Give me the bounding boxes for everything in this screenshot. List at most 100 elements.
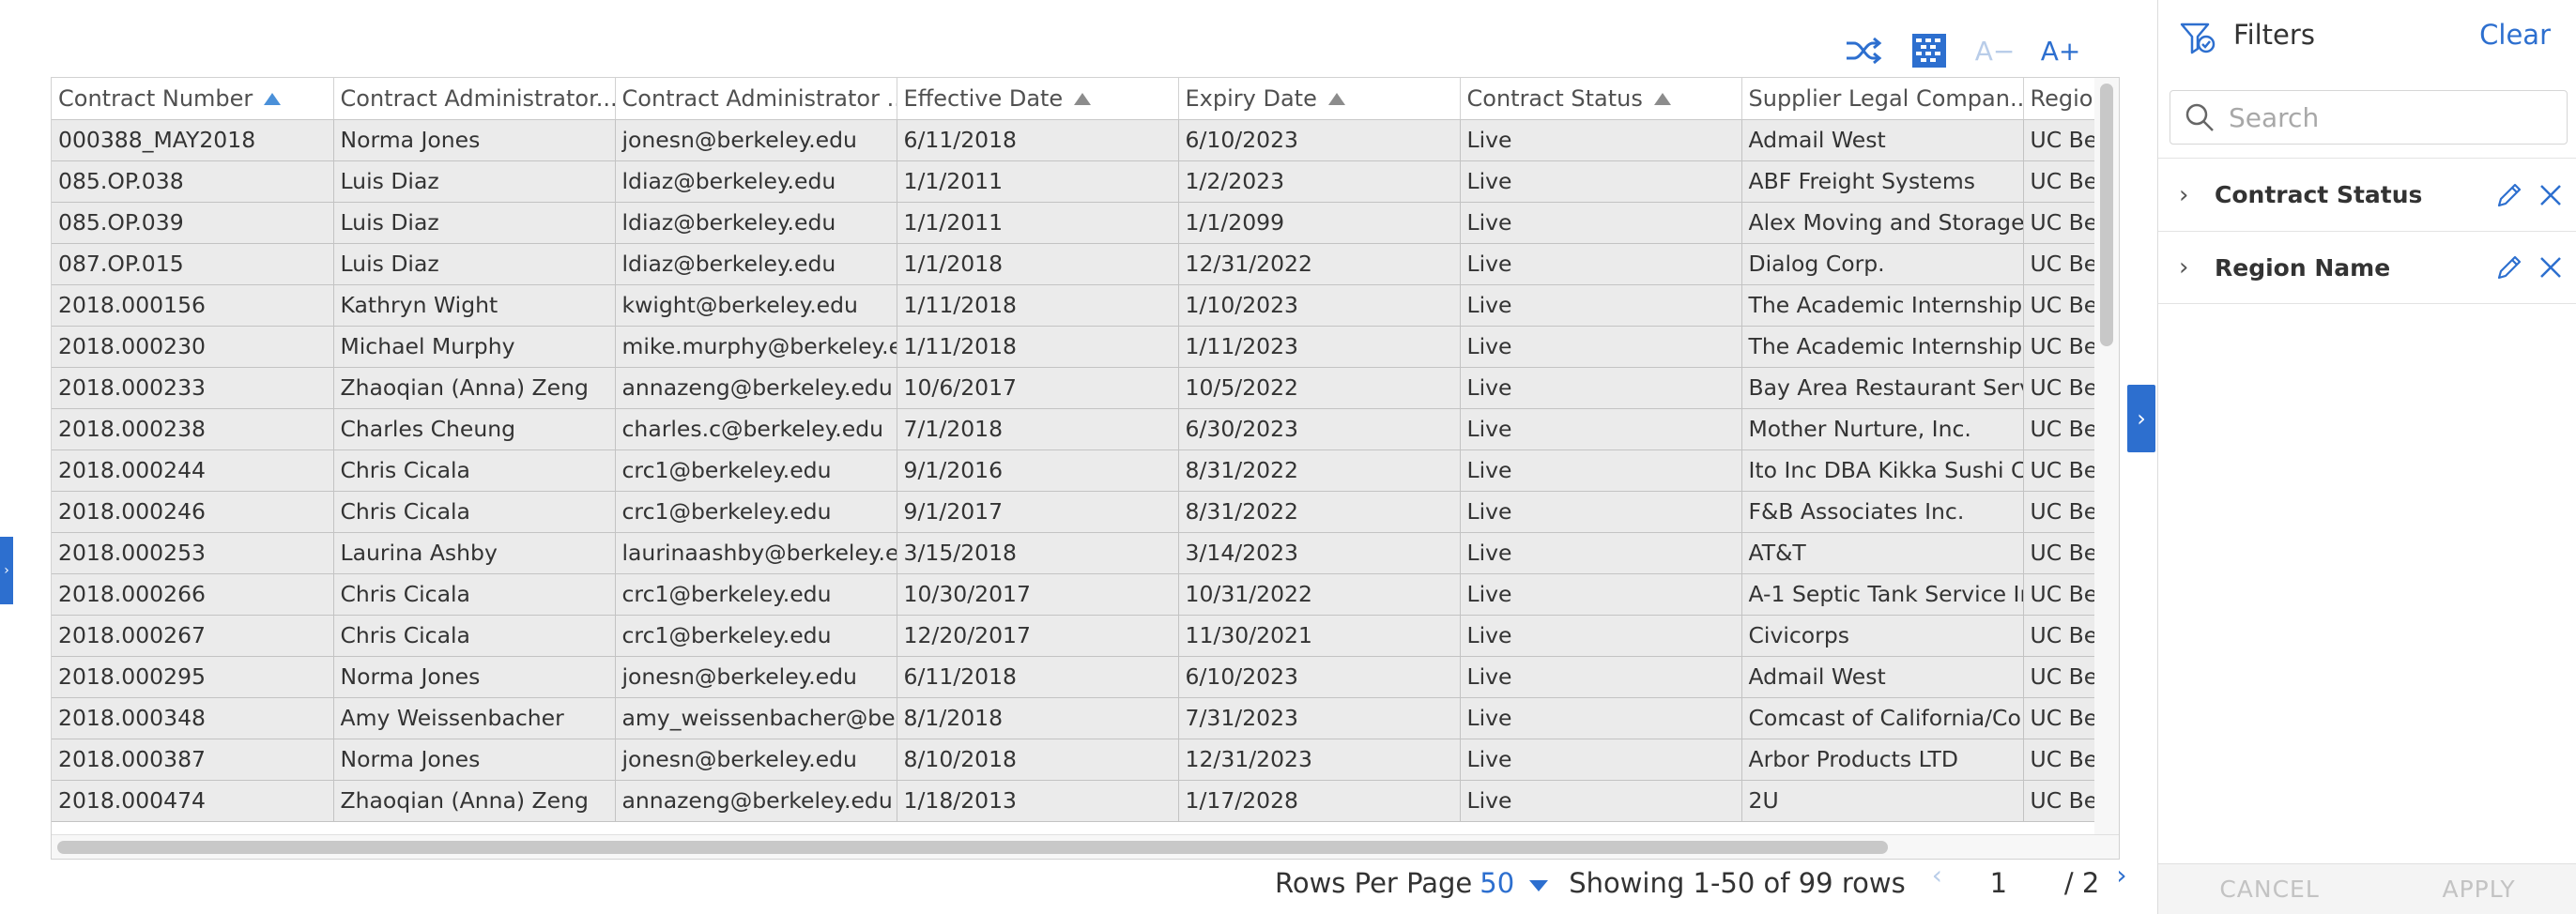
search-icon bbox=[2178, 96, 2221, 139]
table-cell: 10/5/2022 bbox=[1178, 367, 1461, 409]
page-number-input[interactable]: 1 bbox=[1970, 867, 2027, 899]
left-panel-toggle[interactable]: › bbox=[0, 537, 13, 604]
chevron-right-icon: › bbox=[4, 563, 9, 578]
vertical-scroll-thumb[interactable] bbox=[2100, 84, 2113, 346]
font-increase-button[interactable]: A+ bbox=[2028, 26, 2093, 75]
table-row[interactable]: 2018.000230 Michael Murphy mike.murphy@ber… bbox=[52, 326, 2095, 368]
filters-footer: CANCEL APPLY bbox=[2158, 863, 2576, 914]
column-header-label: Effective Date bbox=[903, 84, 1064, 112]
shuffle-button[interactable] bbox=[1831, 26, 1896, 75]
table-cell: Luis Diaz bbox=[333, 160, 616, 203]
table-cell: 1/1/2011 bbox=[897, 160, 1179, 203]
apply-button[interactable]: APPLY bbox=[2443, 876, 2516, 903]
table-cell: amy_weissenbacher@berkeley.edu bbox=[615, 697, 897, 739]
column-header[interactable]: Contract Administrator ... bbox=[615, 78, 897, 120]
table-cell: F&B Associates Inc. bbox=[1741, 491, 2024, 533]
column-header[interactable]: Contract Number bbox=[52, 78, 334, 120]
close-icon[interactable] bbox=[2530, 247, 2571, 288]
cancel-button[interactable]: CANCEL bbox=[2219, 876, 2319, 903]
table-cell: Live bbox=[1460, 449, 1742, 492]
column-header[interactable]: Contract Status bbox=[1460, 78, 1742, 120]
clear-filters-link[interactable]: Clear bbox=[2479, 19, 2551, 51]
table-row[interactable]: 2018.000253 Laurina Ashby laurinaashby@ber… bbox=[52, 532, 2095, 574]
column-header-label: Region bbox=[2030, 84, 2096, 112]
table-cell: 085.OP.039 bbox=[52, 202, 334, 244]
table-row[interactable]: 2018.000266 Chris Cicala crc1@berkeley.edu… bbox=[52, 573, 2095, 616]
table-cell: UC Berkeley bbox=[2023, 780, 2095, 822]
table-cell: Live bbox=[1460, 697, 1742, 739]
grid-density-button[interactable] bbox=[1896, 26, 1962, 75]
column-header[interactable]: Expiry Date bbox=[1178, 78, 1461, 120]
table-row[interactable]: 2018.000267 Chris Cicala crc1@berkeley.edu… bbox=[52, 615, 2095, 657]
close-icon[interactable] bbox=[2530, 175, 2571, 216]
column-header[interactable]: Supplier Legal Compan... bbox=[1741, 78, 2024, 120]
column-header-label: Supplier Legal Compan... bbox=[1748, 84, 2023, 112]
table-cell: UC Berkeley bbox=[2023, 119, 2095, 161]
sort-ascending-icon[interactable] bbox=[1653, 93, 1671, 106]
column-header-label: Contract Administrator... bbox=[340, 84, 615, 112]
table-cell: 2018.000230 bbox=[52, 326, 334, 368]
table-cell: 2018.000244 bbox=[52, 449, 334, 492]
total-pages: / 2 bbox=[2063, 867, 2100, 899]
table-row[interactable]: 085.OP.039 Luis Diaz ldiaz@berkeley.edu 1/1… bbox=[52, 202, 2095, 244]
sort-ascending-icon[interactable] bbox=[264, 93, 282, 106]
column-header[interactable]: Contract Administrator... bbox=[333, 78, 616, 120]
table-cell: 9/1/2017 bbox=[897, 491, 1179, 533]
table-cell: Live bbox=[1460, 284, 1742, 327]
table-row[interactable]: 2018.000233 Zhaoqian (Anna) Zeng annazeng@… bbox=[52, 367, 2095, 409]
table-cell: UC Berkeley bbox=[2023, 697, 2095, 739]
pencil-icon[interactable] bbox=[2489, 175, 2530, 216]
filter-search-box[interactable] bbox=[2170, 90, 2568, 145]
rows-per-page-label: Rows Per Page bbox=[1275, 867, 1473, 899]
chevron-down-icon[interactable] bbox=[1529, 880, 1549, 891]
table-row[interactable]: 2018.000244 Chris Cicala crc1@berkeley.edu… bbox=[52, 449, 2095, 492]
next-page-button[interactable]: › bbox=[2116, 860, 2126, 891]
filter-search-input[interactable] bbox=[2229, 101, 2548, 133]
table-cell: jonesn@berkeley.edu bbox=[615, 739, 897, 781]
filter-icon bbox=[2180, 23, 2216, 54]
chevron-right-icon[interactable]: › bbox=[2179, 253, 2198, 282]
table-cell: UC Berkeley bbox=[2023, 615, 2095, 657]
horizontal-scroll-thumb[interactable] bbox=[57, 841, 1888, 854]
sort-ascending-icon[interactable] bbox=[1327, 93, 1345, 106]
page: A− A+ Contract Number Contract Administra… bbox=[0, 0, 2576, 914]
table-cell: 1/18/2013 bbox=[897, 780, 1179, 822]
table-row[interactable]: 2018.000246 Chris Cicala crc1@berkeley.edu… bbox=[52, 491, 2095, 533]
filters-panel-toggle[interactable]: › bbox=[2127, 385, 2155, 452]
filter-item-contract-status[interactable]: › Contract Status bbox=[2158, 158, 2576, 231]
table-row[interactable]: 2018.000156 Kathryn Wight kwight@berkeley.… bbox=[52, 284, 2095, 327]
filters-panel: Filters Clear › Contract Status › Region… bbox=[2157, 0, 2576, 914]
sort-ascending-icon[interactable] bbox=[1074, 93, 1092, 106]
table-row[interactable]: 2018.000238 Charles Cheung charles.c@berke… bbox=[52, 408, 2095, 450]
table-cell: 085.OP.038 bbox=[52, 160, 334, 203]
table-cell: 1/17/2028 bbox=[1178, 780, 1461, 822]
prev-page-button[interactable]: ‹ bbox=[1932, 860, 1942, 891]
vertical-scrollbar[interactable] bbox=[2094, 78, 2119, 836]
table-cell: 087.OP.015 bbox=[52, 243, 334, 285]
table-cell: Admail West bbox=[1741, 656, 2024, 698]
table-cell: crc1@berkeley.edu bbox=[615, 615, 897, 657]
table-cell: Live bbox=[1460, 780, 1742, 822]
table-cell: 2018.000348 bbox=[52, 697, 334, 739]
filter-item-region-name[interactable]: › Region Name bbox=[2158, 231, 2576, 304]
column-header[interactable]: Effective Date bbox=[897, 78, 1179, 120]
table-row[interactable]: 000388_MAY2018 Norma Jones jonesn@berkeley… bbox=[52, 119, 2095, 161]
table-cell: 8/31/2022 bbox=[1178, 449, 1461, 492]
table-cell: 10/31/2022 bbox=[1178, 573, 1461, 616]
column-header[interactable]: Region bbox=[2023, 78, 2096, 120]
table-row[interactable]: 085.OP.038 Luis Diaz ldiaz@berkeley.edu 1/1… bbox=[52, 160, 2095, 203]
table-row[interactable]: 2018.000295 Norma Jones jonesn@berkeley.ed… bbox=[52, 656, 2095, 698]
chevron-right-icon[interactable]: › bbox=[2179, 181, 2198, 209]
table-row[interactable]: 2018.000348 Amy Weissenbacher amy_weissenb… bbox=[52, 697, 2095, 739]
horizontal-scrollbar[interactable] bbox=[52, 834, 2119, 859]
rows-per-page-select[interactable]: 50 bbox=[1480, 867, 1514, 899]
font-decrease-button[interactable]: A− bbox=[1962, 26, 2028, 75]
table-row[interactable]: 2018.000387 Norma Jones jonesn@berkeley.ed… bbox=[52, 739, 2095, 781]
table-cell: 2018.000295 bbox=[52, 656, 334, 698]
table-row[interactable]: 087.OP.015 Luis Diaz ldiaz@berkeley.edu 1/1… bbox=[52, 243, 2095, 285]
grid-toolbar: A− A+ bbox=[1831, 26, 2093, 75]
table-cell: UC Berkeley bbox=[2023, 656, 2095, 698]
pencil-icon[interactable] bbox=[2489, 247, 2530, 288]
table-cell: The Academic Internship C bbox=[1741, 284, 2024, 327]
table-row[interactable]: 2018.000474 Zhaoqian (Anna) Zeng annazeng@… bbox=[52, 780, 2095, 822]
